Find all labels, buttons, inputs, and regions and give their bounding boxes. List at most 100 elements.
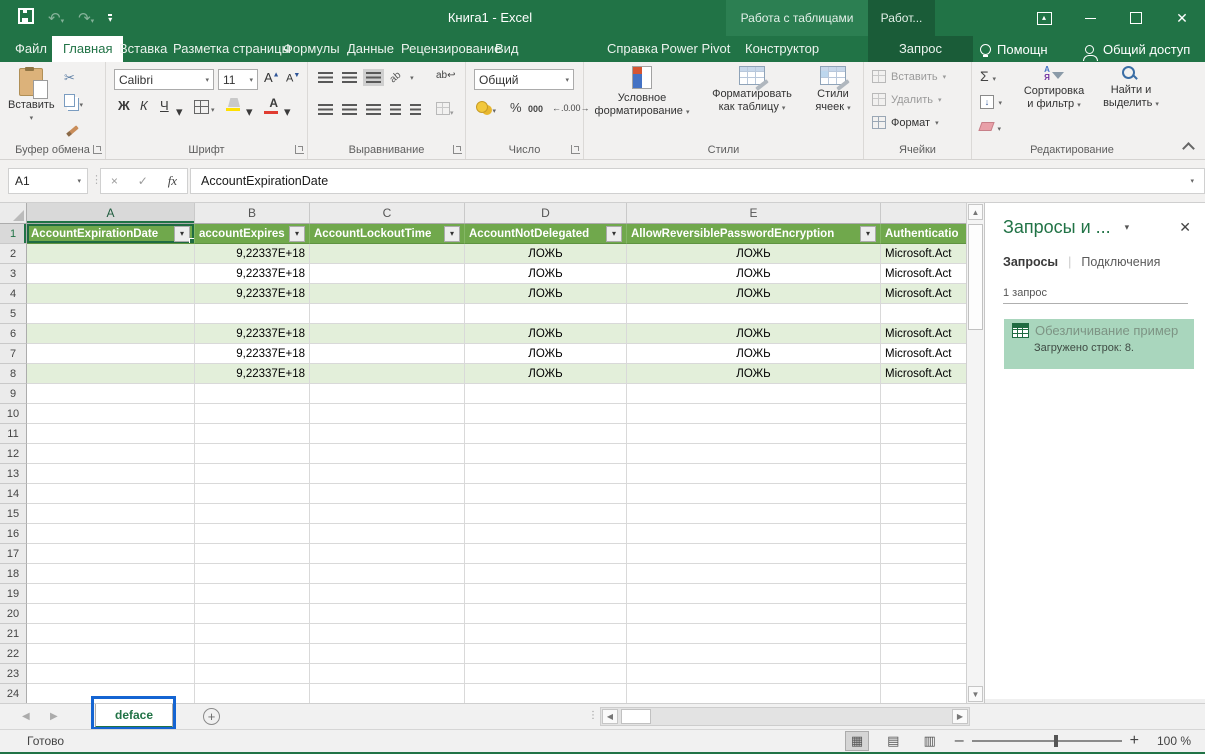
cell[interactable]: 9,22337E+18 — [195, 284, 310, 304]
new-sheet-icon[interactable]: + — [203, 708, 220, 725]
cell[interactable]: ЛОЖЬ — [627, 284, 881, 304]
row-header-17[interactable]: 17 — [0, 544, 27, 564]
zoom-in-icon[interactable]: + — [1130, 732, 1139, 750]
cell[interactable] — [310, 644, 465, 664]
column-header-A[interactable]: A — [27, 203, 195, 223]
cell[interactable] — [465, 424, 627, 444]
cell[interactable] — [465, 464, 627, 484]
cell[interactable] — [27, 524, 195, 544]
orientation-icon[interactable]: ab — [388, 70, 404, 86]
scroll-right-icon[interactable]: ▶ — [952, 709, 968, 724]
row-header-5[interactable]: 5 — [0, 304, 27, 324]
confirm-entry-icon[interactable]: ✓ — [138, 174, 148, 188]
cell[interactable] — [310, 324, 465, 344]
font-color-button[interactable]: А — [264, 96, 278, 114]
row-header-14[interactable]: 14 — [0, 484, 27, 504]
percent-style-button[interactable]: % — [510, 100, 522, 115]
cell[interactable] — [465, 544, 627, 564]
zoom-out-icon[interactable]: – — [955, 732, 964, 750]
font-size-select[interactable]: 11▾ — [218, 69, 258, 90]
table-header-cell[interactable]: AllowReversiblePasswordEncryption▾ — [627, 224, 881, 244]
cell[interactable]: Microsoft.Act — [881, 364, 966, 384]
tab-strip-splitter[interactable]: ⋮ — [588, 710, 598, 721]
sheet-nav-right-icon[interactable]: ▶ — [50, 711, 58, 722]
row-header-9[interactable]: 9 — [0, 384, 27, 404]
column-header-clipped[interactable] — [881, 203, 966, 223]
cell[interactable] — [195, 664, 310, 684]
cell[interactable] — [465, 484, 627, 504]
font-dialog-launcher[interactable] — [295, 145, 304, 154]
cell[interactable] — [27, 324, 195, 344]
table-header-cell[interactable]: AccountNotDelegated▾ — [465, 224, 627, 244]
cell[interactable] — [310, 284, 465, 304]
underline-button[interactable]: Ч — [160, 98, 169, 113]
name-box[interactable]: A1▾ — [8, 168, 88, 194]
column-header-D[interactable]: D — [465, 203, 627, 223]
sheet-tab-deface[interactable]: deface — [95, 704, 173, 728]
normal-view-icon[interactable]: ▦ — [846, 732, 868, 750]
alignment-dialog-launcher[interactable] — [453, 145, 462, 154]
cell[interactable] — [310, 424, 465, 444]
cell[interactable] — [881, 464, 966, 484]
maximize-icon[interactable] — [1113, 0, 1159, 36]
decrease-indent-icon[interactable] — [390, 104, 401, 115]
cell[interactable] — [627, 624, 881, 644]
cell[interactable] — [881, 684, 966, 703]
cell[interactable] — [27, 304, 195, 324]
cell[interactable] — [627, 464, 881, 484]
row-header-15[interactable]: 15 — [0, 504, 27, 524]
query-list-item[interactable]: Обезличивание пример Загружено строк: 8. — [1004, 319, 1194, 369]
cell[interactable]: Microsoft.Act — [881, 244, 966, 264]
cell[interactable] — [195, 424, 310, 444]
row-header-6[interactable]: 6 — [0, 324, 27, 344]
cell[interactable] — [465, 384, 627, 404]
cell[interactable] — [310, 564, 465, 584]
cancel-entry-icon[interactable]: × — [111, 174, 118, 188]
borders-button[interactable]: ▾ — [194, 100, 215, 114]
cell[interactable] — [627, 304, 881, 324]
column-header-C[interactable]: C — [310, 203, 465, 223]
cell[interactable] — [27, 644, 195, 664]
cell[interactable] — [195, 464, 310, 484]
cell[interactable] — [465, 444, 627, 464]
cell[interactable] — [627, 524, 881, 544]
align-bottom-icon[interactable] — [366, 72, 381, 83]
cell[interactable] — [195, 484, 310, 504]
underline-dropdown[interactable]: ▾ — [176, 104, 183, 120]
cell[interactable] — [310, 604, 465, 624]
cell[interactable] — [881, 604, 966, 624]
cell[interactable] — [310, 304, 465, 324]
row-header-13[interactable]: 13 — [0, 464, 27, 484]
customize-quick-access-icon[interactable]: ▾ — [108, 14, 112, 23]
horizontal-scrollbar[interactable]: ◀ ▶ — [600, 707, 970, 726]
cell[interactable] — [465, 604, 627, 624]
cell[interactable]: ЛОЖЬ — [627, 364, 881, 384]
cell[interactable] — [627, 544, 881, 564]
cell[interactable] — [881, 584, 966, 604]
cell[interactable] — [465, 524, 627, 544]
paste-button[interactable]: Вставить ▾ — [8, 68, 55, 122]
redo-icon[interactable]: ↷▾ — [78, 9, 94, 27]
column-header-B[interactable]: B — [195, 203, 310, 223]
cell[interactable] — [627, 564, 881, 584]
tab-design[interactable]: Конструктор — [734, 36, 830, 62]
cell[interactable]: ЛОЖЬ — [627, 244, 881, 264]
cell[interactable]: ЛОЖЬ — [627, 324, 881, 344]
cell[interactable] — [465, 504, 627, 524]
format-as-table-button[interactable]: Форматироватькак таблицу ▾ — [702, 66, 802, 138]
cell[interactable] — [627, 484, 881, 504]
cell[interactable]: Microsoft.Act — [881, 324, 966, 344]
cell[interactable] — [195, 524, 310, 544]
cell[interactable] — [195, 444, 310, 464]
cell[interactable]: 9,22337E+18 — [195, 344, 310, 364]
scroll-up-icon[interactable]: ▲ — [968, 204, 983, 220]
name-box-dropdown[interactable]: ▾ — [77, 177, 81, 185]
cell[interactable] — [881, 304, 966, 324]
filter-button[interactable]: ▾ — [606, 226, 622, 242]
row-header-1[interactable]: 1 — [0, 224, 27, 244]
panel-close-icon[interactable]: ✕ — [1179, 219, 1191, 236]
align-center-icon[interactable] — [342, 104, 357, 115]
insert-function-icon[interactable]: fx — [168, 173, 177, 189]
cell[interactable] — [310, 464, 465, 484]
minimize-icon[interactable] — [1067, 0, 1113, 36]
